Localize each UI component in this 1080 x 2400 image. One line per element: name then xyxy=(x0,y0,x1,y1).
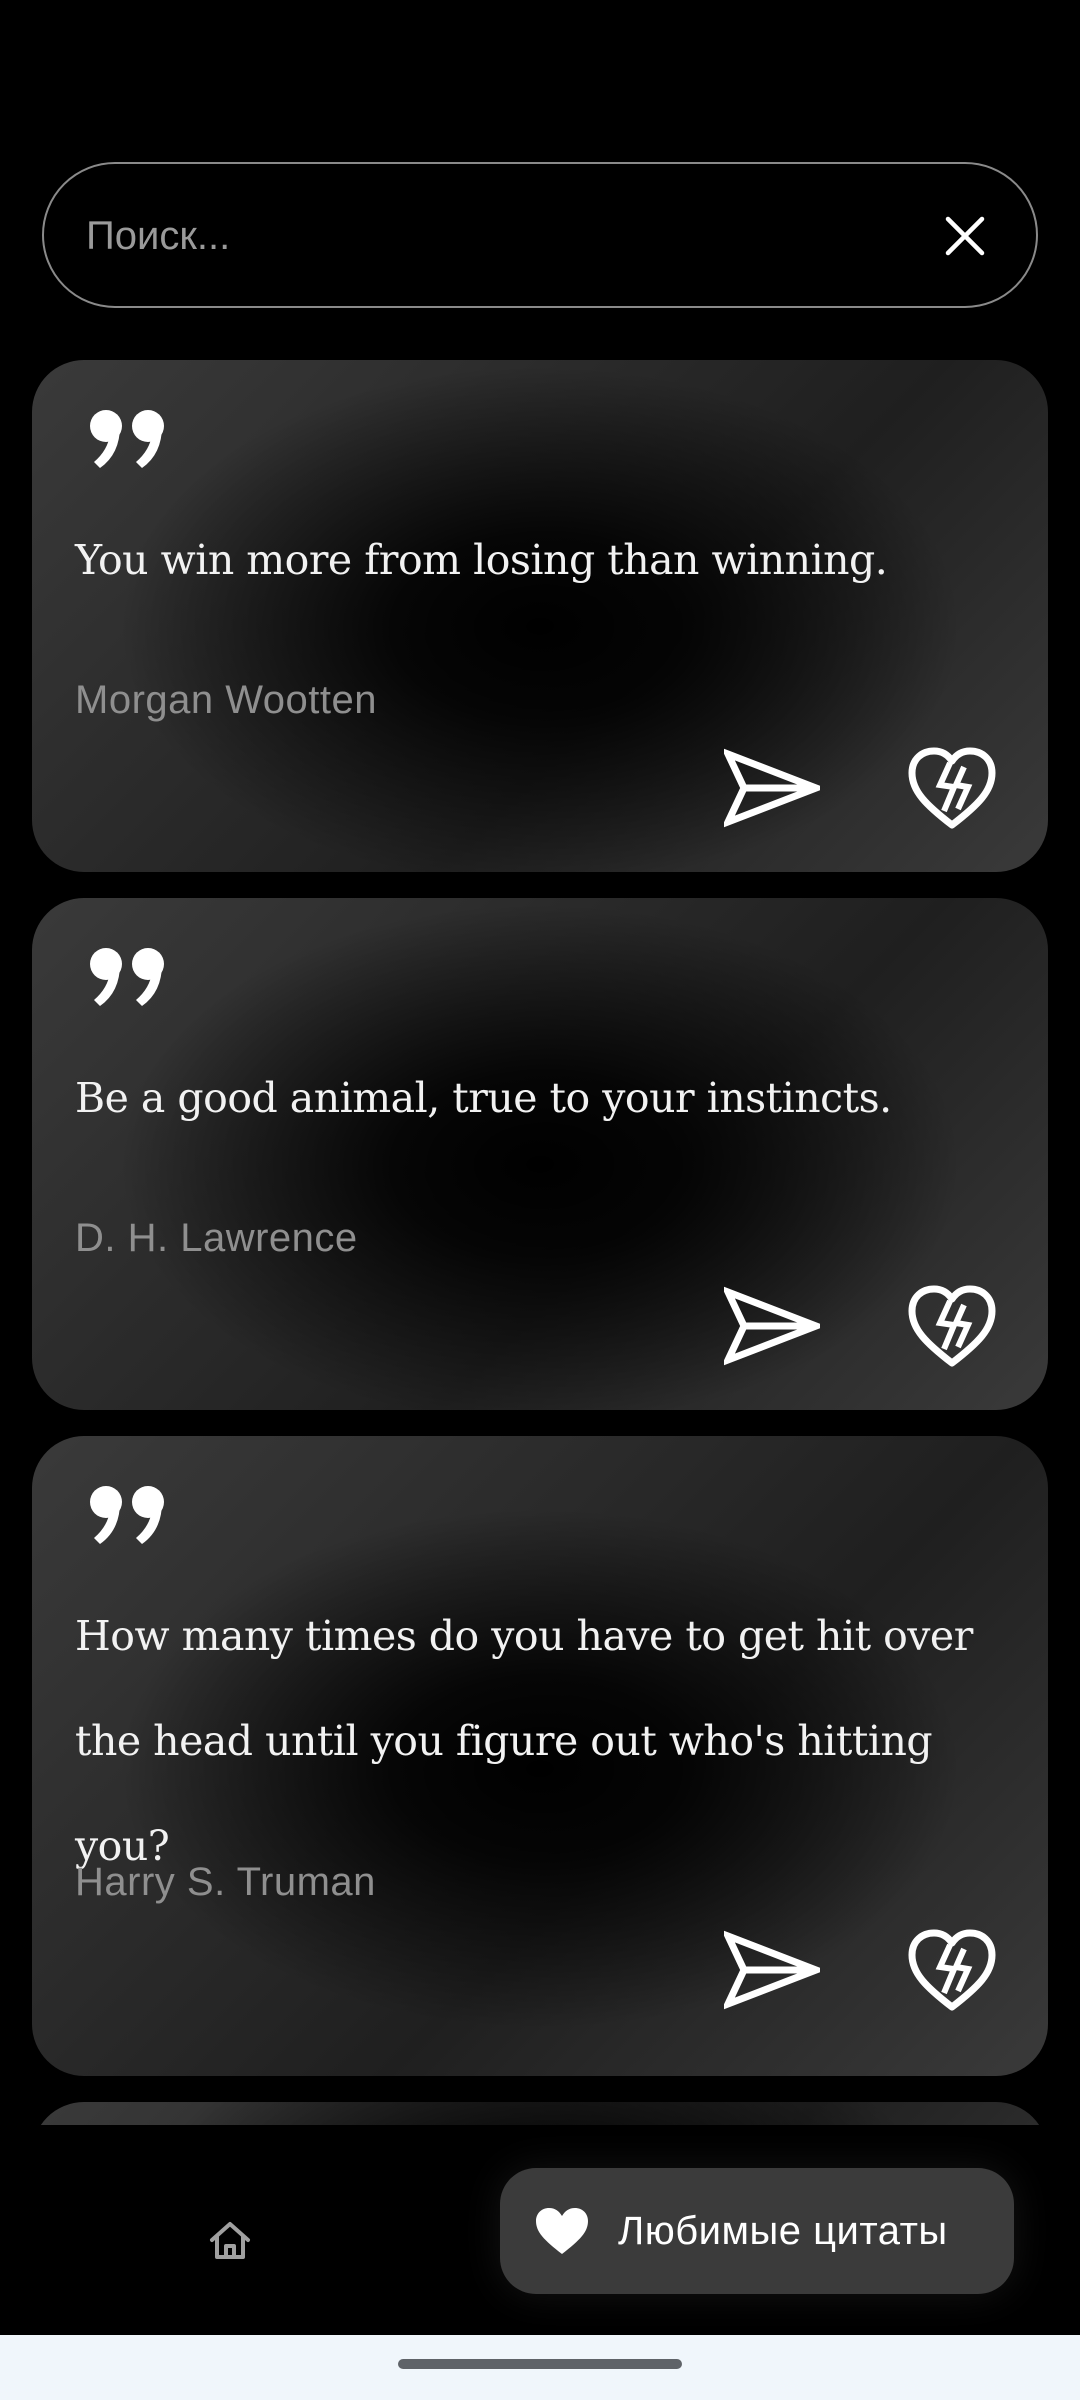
quote-text: How many times do you have to get hit ov… xyxy=(75,1612,973,1870)
clear-search-button[interactable] xyxy=(930,201,1000,271)
gesture-handle[interactable] xyxy=(398,2359,682,2369)
send-icon xyxy=(724,1286,820,1366)
share-button[interactable] xyxy=(722,1920,822,2020)
home-button[interactable] xyxy=(195,2205,265,2275)
quote-card: Be a good animal, true to your instincts… xyxy=(32,898,1048,1410)
screen: You win more from losing than winning. M… xyxy=(0,0,1080,2400)
quote-card: You win more from losing than winning. M… xyxy=(32,360,1048,872)
quote-list[interactable]: You win more from losing than winning. M… xyxy=(32,360,1048,2125)
send-icon xyxy=(724,748,820,828)
quote-mark-icon xyxy=(90,410,164,468)
unfavorite-button[interactable] xyxy=(902,1920,1002,2020)
home-icon xyxy=(210,2222,250,2259)
broken-heart-icon xyxy=(908,1929,996,2011)
close-icon xyxy=(945,216,985,256)
system-gesture-area xyxy=(0,2335,1080,2400)
favorites-tab-button[interactable]: Любимые цитаты xyxy=(500,2168,1014,2294)
quote-mark-icon xyxy=(90,948,164,1006)
quote-text: Be a good animal, true to your instincts… xyxy=(75,1074,892,1122)
unfavorite-button[interactable] xyxy=(902,738,1002,838)
share-button[interactable] xyxy=(722,1276,822,1376)
search-input[interactable] xyxy=(84,164,888,308)
broken-heart-icon xyxy=(908,1285,996,1367)
quote-card xyxy=(32,2102,1048,2125)
unfavorite-button[interactable] xyxy=(902,1276,1002,1376)
quote-mark-icon xyxy=(90,1486,164,1544)
quote-card: How many times do you have to get hit ov… xyxy=(32,1436,1048,2076)
quote-author: D. H. Lawrence xyxy=(75,1216,358,1260)
heart-icon xyxy=(536,2208,588,2254)
quote-author: Harry S. Truman xyxy=(75,1860,376,1904)
favorites-tab-label: Любимые цитаты xyxy=(618,2208,948,2253)
quote-author: Morgan Wootten xyxy=(75,678,377,722)
bottom-navigation: Любимые цитаты xyxy=(0,2125,1080,2335)
send-icon xyxy=(724,1930,820,2010)
quote-text: You win more from losing than winning. xyxy=(75,536,888,584)
heart-icon-wrap xyxy=(534,2203,590,2259)
share-button[interactable] xyxy=(722,738,822,838)
broken-heart-icon xyxy=(908,747,996,829)
search-bar xyxy=(42,162,1038,308)
